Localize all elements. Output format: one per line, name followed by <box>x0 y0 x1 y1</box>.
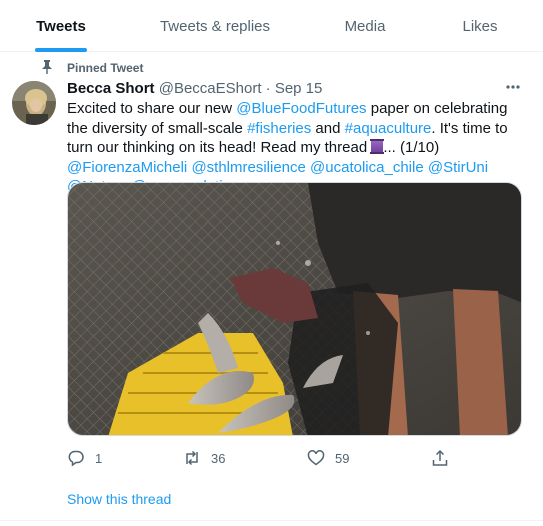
retweet-button[interactable]: 36 <box>183 449 225 467</box>
mention-sthlmresilience[interactable]: @sthlmresilience <box>191 159 305 176</box>
show-thread-link[interactable]: Show this thread <box>67 491 171 507</box>
tab-likes[interactable]: Likes <box>430 0 530 52</box>
author-handle-date[interactable]: @BeccaEShort · Sep 15 <box>159 80 323 97</box>
tweet-media-image[interactable] <box>67 182 522 436</box>
reply-button[interactable]: 1 <box>67 449 102 467</box>
mention-stiruni[interactable]: @StirUni <box>428 159 488 176</box>
pin-icon <box>42 60 52 74</box>
profile-tabs: Tweets Tweets & replies Media Likes <box>0 0 543 52</box>
share-icon <box>432 449 448 466</box>
hashtag-aquaculture[interactable]: #aquaculture <box>345 120 432 137</box>
mention-bluefoodfutures[interactable]: @BlueFoodFutures <box>236 100 366 117</box>
avatar[interactable] <box>12 81 56 125</box>
tab-tweets-label: Tweets <box>36 17 86 35</box>
tab-likes-label: Likes <box>462 17 498 35</box>
share-button[interactable] <box>431 449 449 467</box>
tab-media-label: Media <box>344 17 386 35</box>
more-icon[interactable] <box>503 80 523 94</box>
reply-icon <box>68 450 84 467</box>
tab-media[interactable]: Media <box>305 0 425 52</box>
retweet-count: 36 <box>211 450 226 466</box>
retweet-icon <box>186 450 198 466</box>
thread-emoji-icon <box>370 139 385 155</box>
tab-tweets-replies[interactable]: Tweets & replies <box>140 0 290 52</box>
tab-tweets-replies-label: Tweets & replies <box>159 17 271 35</box>
mention-ucatolica-chile[interactable]: @ucatolica_chile <box>310 159 424 176</box>
divider <box>0 520 543 521</box>
reply-count: 1 <box>95 450 103 466</box>
tab-tweets[interactable]: Tweets <box>0 0 122 52</box>
tweet-header: Becca Short @BeccaEShort · Sep 15 <box>67 80 322 97</box>
hashtag-fisheries[interactable]: #fisheries <box>247 120 311 137</box>
like-button[interactable]: 59 <box>307 449 349 467</box>
author-name[interactable]: Becca Short <box>67 80 155 97</box>
mention-fiorenzamicheli[interactable]: @FiorenzaMicheli <box>67 159 187 176</box>
like-count: 59 <box>335 450 350 466</box>
pinned-label: Pinned Tweet <box>67 61 144 75</box>
like-icon <box>307 450 325 466</box>
tab-active-indicator <box>35 48 87 52</box>
